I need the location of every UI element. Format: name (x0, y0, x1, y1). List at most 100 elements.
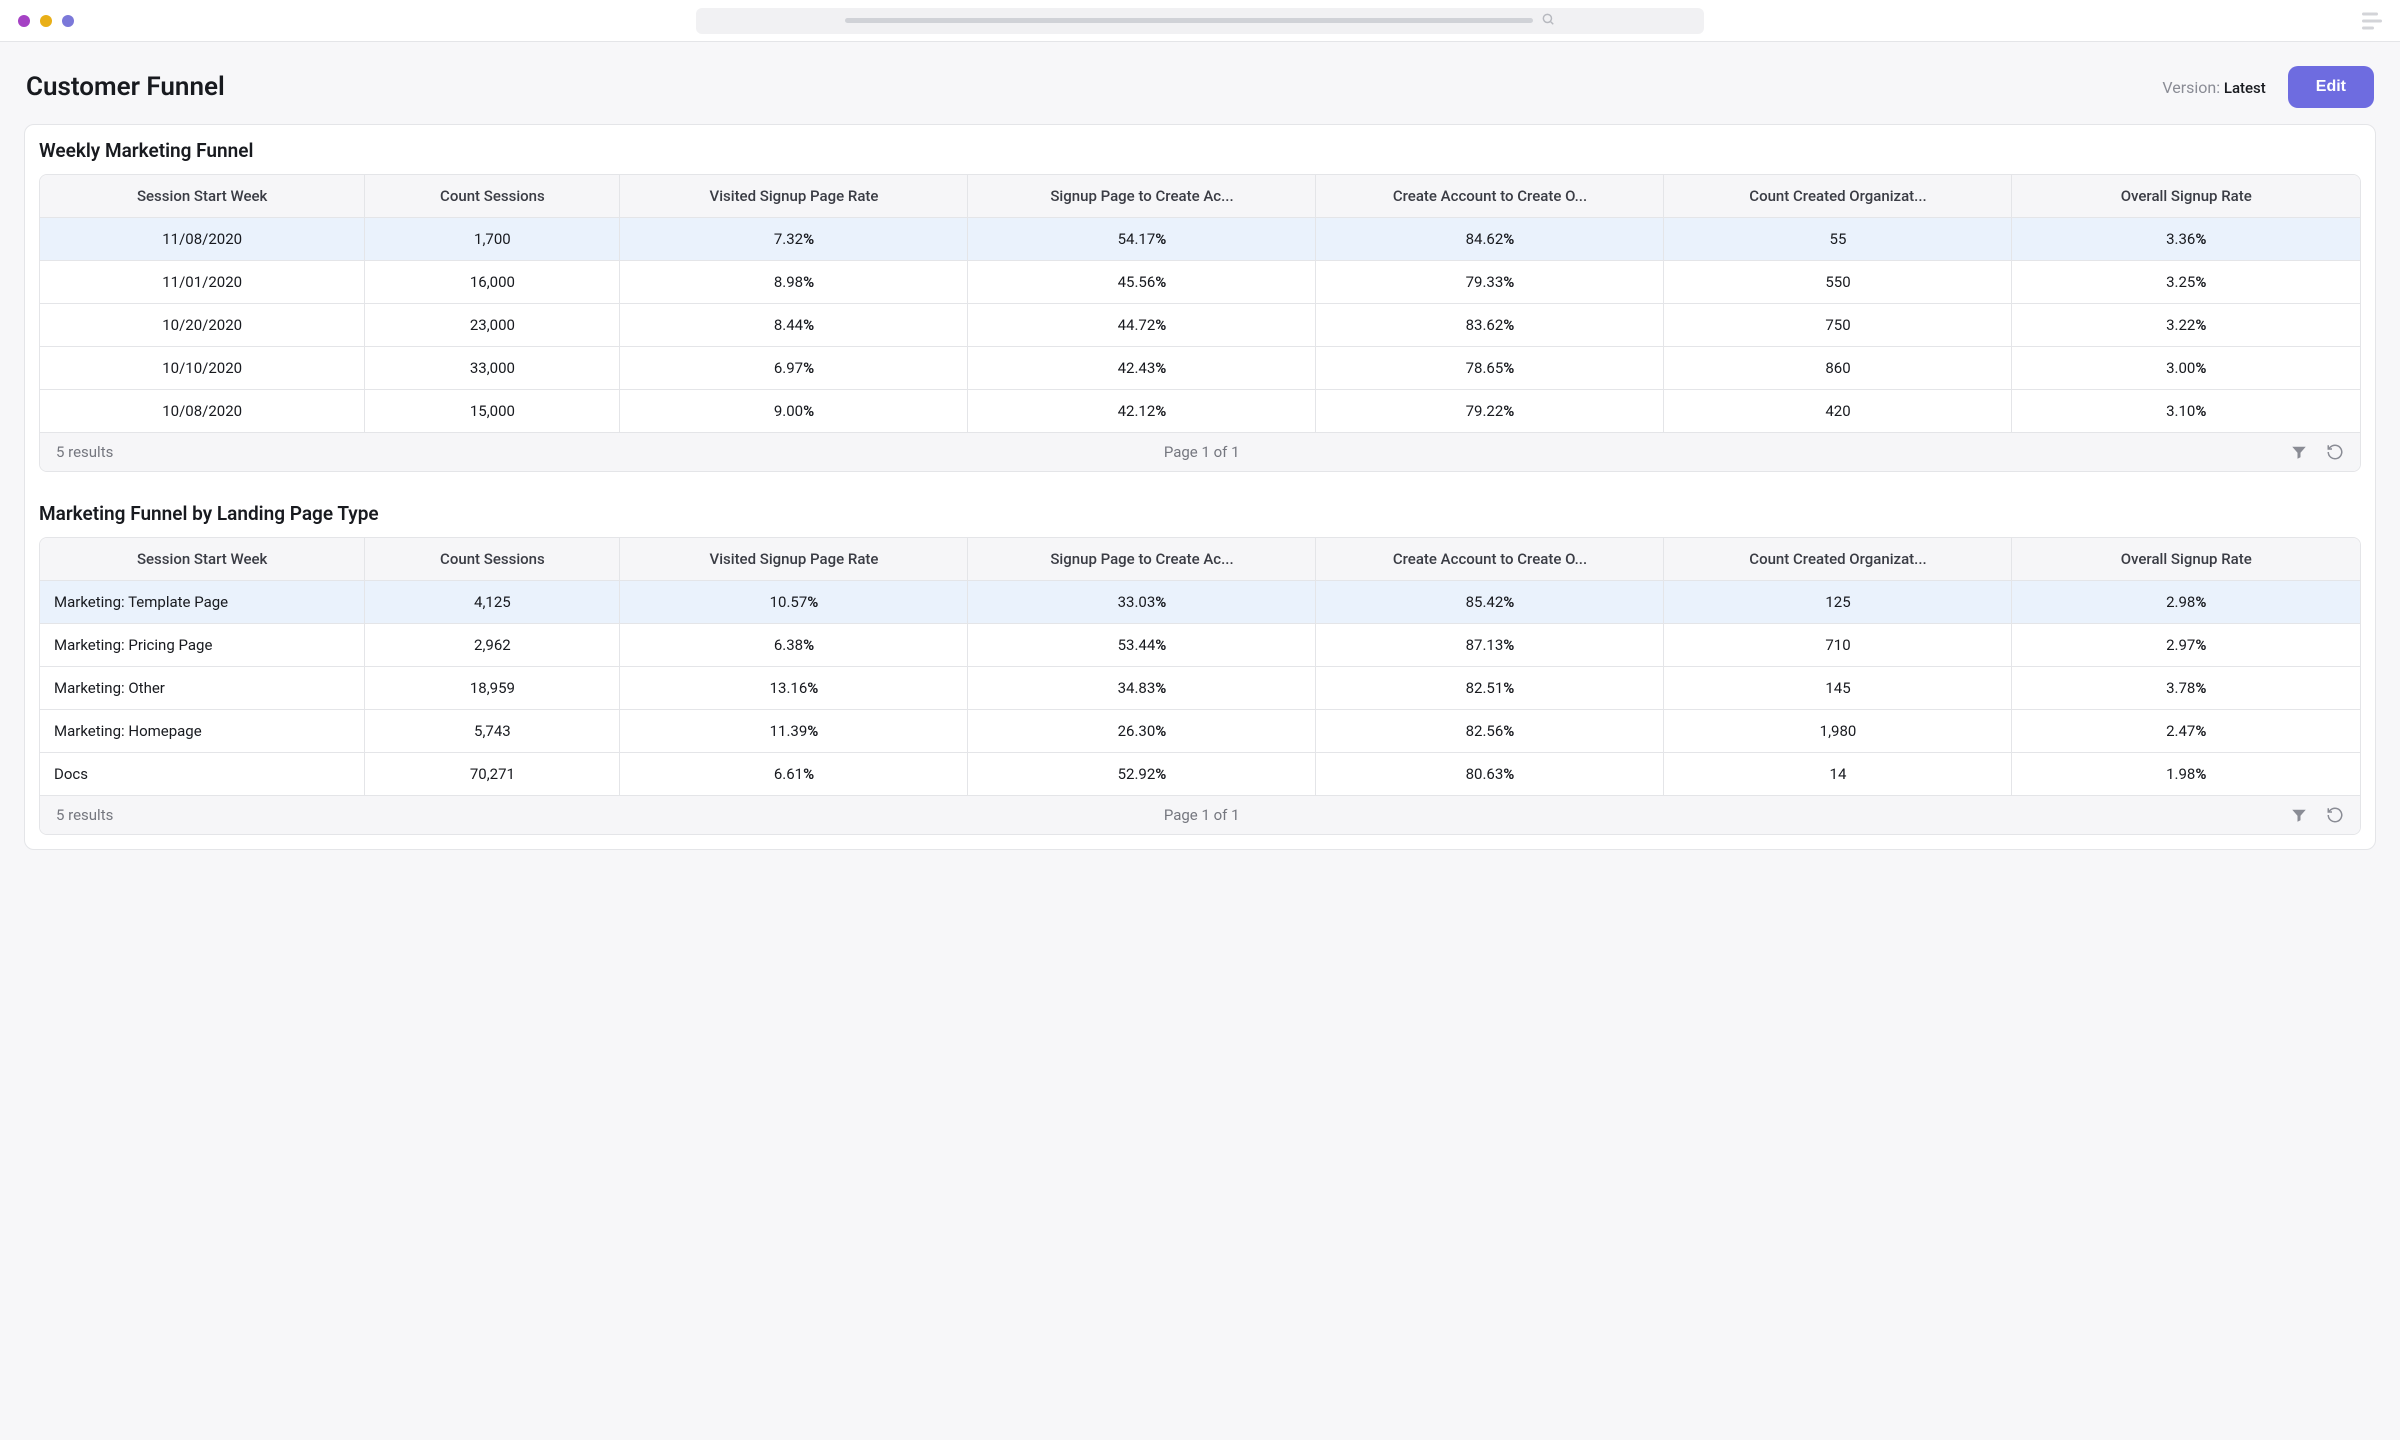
table-cell: 80.63% (1316, 753, 1664, 796)
table-footer: 5 resultsPage 1 of 1 (40, 795, 2360, 834)
column-header[interactable]: Count Sessions (365, 175, 620, 218)
table-cell: 78.65% (1316, 347, 1664, 390)
page-header: Customer Funnel Version: Latest Edit (24, 42, 2376, 124)
table-row[interactable]: 10/10/202033,0006.97%42.43%78.65%8603.00… (40, 347, 2360, 390)
table-cell: 3.78% (2012, 667, 2360, 710)
report-card: Weekly Marketing FunnelSession Start Wee… (24, 124, 2376, 850)
table-cell: 79.33% (1316, 261, 1664, 304)
table-row[interactable]: 10/20/202023,0008.44%44.72%83.62%7503.22… (40, 304, 2360, 347)
table-cell: 84.62% (1316, 218, 1664, 261)
table-cell: 13.16% (620, 667, 968, 710)
table-cell: 3.36% (2012, 218, 2360, 261)
table-cell: 550 (1664, 261, 2012, 304)
table-cell: Marketing: Pricing Page (40, 624, 365, 667)
table-row[interactable]: 11/08/20201,7007.32%54.17%84.62%553.36% (40, 218, 2360, 261)
table-cell: 3.00% (2012, 347, 2360, 390)
column-header[interactable]: Signup Page to Create Ac... (968, 175, 1316, 218)
column-header[interactable]: Session Start Week (40, 175, 365, 218)
column-header[interactable]: Visited Signup Page Rate (620, 538, 968, 581)
table-cell: 14 (1664, 753, 2012, 796)
table-cell: 710 (1664, 624, 2012, 667)
table-cell: 6.97% (620, 347, 968, 390)
table-cell: 26.30% (968, 710, 1316, 753)
table-row[interactable]: Marketing: Homepage5,74311.39%26.30%82.5… (40, 710, 2360, 753)
table-cell: 10.57% (620, 581, 968, 624)
column-header[interactable]: Count Created Organizat... (1664, 175, 2012, 218)
table-row[interactable]: Docs70,2716.61%52.92%80.63%141.98% (40, 753, 2360, 796)
version-indicator: Version: Latest (2162, 78, 2265, 97)
table-row[interactable]: Marketing: Template Page4,12510.57%33.03… (40, 581, 2360, 624)
window-title-bar (0, 0, 2400, 42)
table-cell: 11/08/2020 (40, 218, 365, 261)
pagination-indicator: Page 1 of 1 (113, 443, 2290, 461)
table-cell: 54.17% (968, 218, 1316, 261)
table-cell: 8.44% (620, 304, 968, 347)
table-cell: 420 (1664, 390, 2012, 433)
table-cell: 11/01/2020 (40, 261, 365, 304)
section-title: Weekly Marketing Funnel (25, 139, 2375, 174)
column-header[interactable]: Overall Signup Rate (2012, 538, 2360, 581)
filter-icon[interactable] (2290, 806, 2308, 824)
table-footer: 5 resultsPage 1 of 1 (40, 432, 2360, 471)
window-minimize-button[interactable] (40, 15, 52, 27)
table-cell: Marketing: Template Page (40, 581, 365, 624)
table-cell: 33,000 (365, 347, 620, 390)
table-cell: 6.38% (620, 624, 968, 667)
column-header[interactable]: Count Sessions (365, 538, 620, 581)
edit-button[interactable]: Edit (2288, 66, 2374, 108)
table-cell: 860 (1664, 347, 2012, 390)
table-container: Session Start WeekCount SessionsVisited … (39, 174, 2361, 472)
refresh-icon[interactable] (2326, 806, 2344, 824)
pagination-indicator: Page 1 of 1 (113, 806, 2290, 824)
version-value: Latest (2224, 79, 2266, 97)
table-cell: 145 (1664, 667, 2012, 710)
table-cell: 3.22% (2012, 304, 2360, 347)
data-table: Session Start WeekCount SessionsVisited … (40, 175, 2360, 432)
page-title: Customer Funnel (26, 72, 225, 102)
table-row[interactable]: Marketing: Other18,95913.16%34.83%82.51%… (40, 667, 2360, 710)
table-row[interactable]: Marketing: Pricing Page2,9626.38%53.44%8… (40, 624, 2360, 667)
table-cell: 16,000 (365, 261, 620, 304)
table-cell: 6.61% (620, 753, 968, 796)
table-container: Session Start WeekCount SessionsVisited … (39, 537, 2361, 835)
column-header[interactable]: Visited Signup Page Rate (620, 175, 968, 218)
column-header[interactable]: Create Account to Create O... (1316, 538, 1664, 581)
table-row[interactable]: 11/01/202016,0008.98%45.56%79.33%5503.25… (40, 261, 2360, 304)
table-cell: 52.92% (968, 753, 1316, 796)
menu-icon[interactable] (2362, 12, 2382, 29)
table-cell: 10/08/2020 (40, 390, 365, 433)
table-cell: 23,000 (365, 304, 620, 347)
column-header[interactable]: Signup Page to Create Ac... (968, 538, 1316, 581)
column-header[interactable]: Count Created Organizat... (1664, 538, 2012, 581)
version-label: Version: (2162, 78, 2220, 97)
data-table: Session Start WeekCount SessionsVisited … (40, 538, 2360, 795)
table-cell: Marketing: Homepage (40, 710, 365, 753)
table-cell: 34.83% (968, 667, 1316, 710)
table-cell: 55 (1664, 218, 2012, 261)
table-cell: 2,962 (365, 624, 620, 667)
window-close-button[interactable] (18, 15, 30, 27)
table-row[interactable]: 10/08/202015,0009.00%42.12%79.22%4203.10… (40, 390, 2360, 433)
url-placeholder (845, 18, 1534, 23)
column-header[interactable]: Session Start Week (40, 538, 365, 581)
refresh-icon[interactable] (2326, 443, 2344, 461)
table-cell: 45.56% (968, 261, 1316, 304)
table-cell: 2.98% (2012, 581, 2360, 624)
url-search-bar[interactable] (696, 8, 1704, 34)
table-cell: 2.97% (2012, 624, 2360, 667)
table-cell: 7.32% (620, 218, 968, 261)
table-cell: 2.47% (2012, 710, 2360, 753)
filter-icon[interactable] (2290, 443, 2308, 461)
table-cell: 42.43% (968, 347, 1316, 390)
table-cell: 53.44% (968, 624, 1316, 667)
table-cell: Docs (40, 753, 365, 796)
window-maximize-button[interactable] (62, 15, 74, 27)
column-header[interactable]: Create Account to Create O... (1316, 175, 1664, 218)
table-cell: 11.39% (620, 710, 968, 753)
results-count: 5 results (56, 806, 113, 824)
table-cell: 125 (1664, 581, 2012, 624)
table-cell: 10/20/2020 (40, 304, 365, 347)
table-cell: 5,743 (365, 710, 620, 753)
column-header[interactable]: Overall Signup Rate (2012, 175, 2360, 218)
table-cell: 8.98% (620, 261, 968, 304)
